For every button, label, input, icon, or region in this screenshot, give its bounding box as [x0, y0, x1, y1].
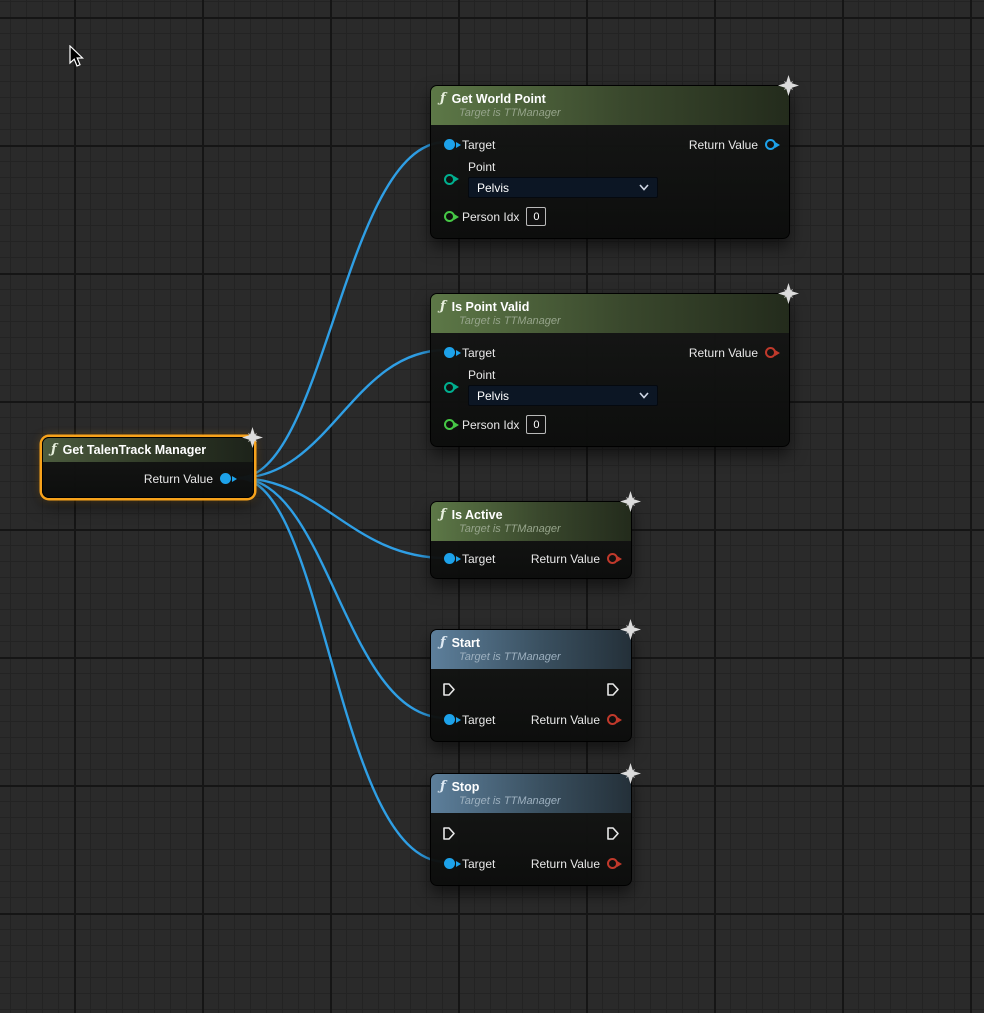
- node-header[interactable]: ƒ Stop Target is TTManager: [431, 774, 631, 813]
- function-sparkle-icon: [620, 763, 641, 784]
- return-value-output-pin[interactable]: [607, 714, 618, 725]
- pin-label-point: Point: [468, 160, 658, 174]
- wire-to-stop[interactable]: [238, 478, 446, 862]
- target-input-pin[interactable]: [444, 139, 455, 150]
- node-title: Start: [452, 636, 480, 650]
- exec-output-pin[interactable]: [606, 826, 620, 841]
- pin-label-return-value: Return Value: [531, 552, 600, 566]
- node-title: Get TalenTrack Manager: [63, 443, 207, 457]
- pin-label-target: Target: [462, 346, 495, 360]
- pin-label-target: Target: [462, 713, 495, 727]
- function-icon: ƒ: [440, 299, 446, 314]
- node-is-point-valid[interactable]: ƒ Is Point Valid Target is TTManager Targ…: [430, 293, 790, 447]
- wire-to-start[interactable]: [238, 478, 446, 718]
- person-idx-value-field[interactable]: 0: [526, 207, 546, 226]
- node-header[interactable]: ƒ Is Point Valid Target is TTManager: [431, 294, 789, 333]
- node-get-world-point[interactable]: ƒ Get World Point Target is TTManager Tar…: [430, 85, 790, 239]
- function-icon: ƒ: [440, 91, 446, 106]
- function-sparkle-icon: [242, 427, 263, 448]
- pin-label-return-value: Return Value: [689, 346, 758, 360]
- target-input-pin[interactable]: [444, 347, 455, 358]
- node-subtitle: Target is TTManager: [459, 795, 621, 807]
- chevron-down-icon: [639, 184, 649, 191]
- node-subtitle: Target is TTManager: [459, 315, 779, 327]
- target-input-pin[interactable]: [444, 714, 455, 725]
- wire-to-is-active[interactable]: [238, 478, 446, 558]
- target-input-pin[interactable]: [444, 553, 455, 564]
- point-input-pin[interactable]: [444, 382, 455, 393]
- node-header[interactable]: ƒ Is Active Target is TTManager: [431, 502, 631, 541]
- pin-label-target: Target: [462, 857, 495, 871]
- target-input-pin[interactable]: [444, 858, 455, 869]
- function-icon: ƒ: [440, 779, 446, 794]
- return-value-output-pin[interactable]: [607, 553, 618, 564]
- pin-label-target: Target: [462, 552, 495, 566]
- pin-label-person-idx: Person Idx: [462, 210, 519, 224]
- person-idx-input-pin[interactable]: [444, 211, 455, 222]
- node-subtitle: Target is TTManager: [459, 651, 621, 663]
- pin-label-return-value: Return Value: [531, 857, 600, 871]
- exec-input-pin[interactable]: [442, 682, 456, 697]
- function-sparkle-icon: [778, 75, 799, 96]
- point-enum-value: Pelvis: [477, 181, 509, 195]
- mouse-cursor: [68, 45, 86, 69]
- point-enum-dropdown[interactable]: Pelvis: [468, 385, 658, 406]
- wire-to-is-point-valid[interactable]: [238, 350, 446, 478]
- point-enum-value: Pelvis: [477, 389, 509, 403]
- return-value-output-pin[interactable]: [607, 858, 618, 869]
- return-value-output-pin[interactable]: [765, 139, 776, 150]
- function-sparkle-icon: [620, 619, 641, 640]
- function-icon: ƒ: [440, 635, 446, 650]
- node-subtitle: Target is TTManager: [459, 523, 621, 535]
- node-header[interactable]: ƒ Start Target is TTManager: [431, 630, 631, 669]
- node-subtitle: Target is TTManager: [459, 107, 779, 119]
- node-title: Stop: [452, 780, 480, 794]
- point-enum-dropdown[interactable]: Pelvis: [468, 177, 658, 198]
- pin-label-return-value: Return Value: [144, 472, 213, 486]
- pin-label-point: Point: [468, 368, 658, 382]
- chevron-down-icon: [639, 392, 649, 399]
- node-is-active[interactable]: ƒ Is Active Target is TTManager Target Re…: [430, 501, 632, 579]
- wire-to-get-world-point[interactable]: [238, 142, 446, 478]
- function-sparkle-icon: [778, 283, 799, 304]
- point-input-pin[interactable]: [444, 174, 455, 185]
- return-value-output-pin[interactable]: [220, 473, 231, 484]
- node-title: Is Active: [452, 508, 503, 522]
- node-title: Get World Point: [452, 92, 546, 106]
- pin-label-target: Target: [462, 138, 495, 152]
- person-idx-value-field[interactable]: 0: [526, 415, 546, 434]
- node-start[interactable]: ƒ Start Target is TTManager Target Return…: [430, 629, 632, 742]
- node-stop[interactable]: ƒ Stop Target is TTManager Target Return …: [430, 773, 632, 886]
- function-icon: ƒ: [51, 442, 57, 457]
- node-title: Is Point Valid: [452, 300, 530, 314]
- node-header[interactable]: ƒ Get World Point Target is TTManager: [431, 86, 789, 125]
- person-idx-input-pin[interactable]: [444, 419, 455, 430]
- function-icon: ƒ: [440, 507, 446, 522]
- exec-input-pin[interactable]: [442, 826, 456, 841]
- exec-output-pin[interactable]: [606, 682, 620, 697]
- pin-label-return-value: Return Value: [689, 138, 758, 152]
- pin-label-return-value: Return Value: [531, 713, 600, 727]
- node-header[interactable]: ƒ Get TalenTrack Manager: [43, 438, 253, 462]
- node-get-talentrack-manager[interactable]: ƒ Get TalenTrack Manager Return Value: [42, 437, 254, 498]
- function-sparkle-icon: [620, 491, 641, 512]
- return-value-output-pin[interactable]: [765, 347, 776, 358]
- pin-label-person-idx: Person Idx: [462, 418, 519, 432]
- blueprint-graph-canvas[interactable]: { "graph": { "wire_color": "#2f9fe5", "s…: [0, 0, 984, 1013]
